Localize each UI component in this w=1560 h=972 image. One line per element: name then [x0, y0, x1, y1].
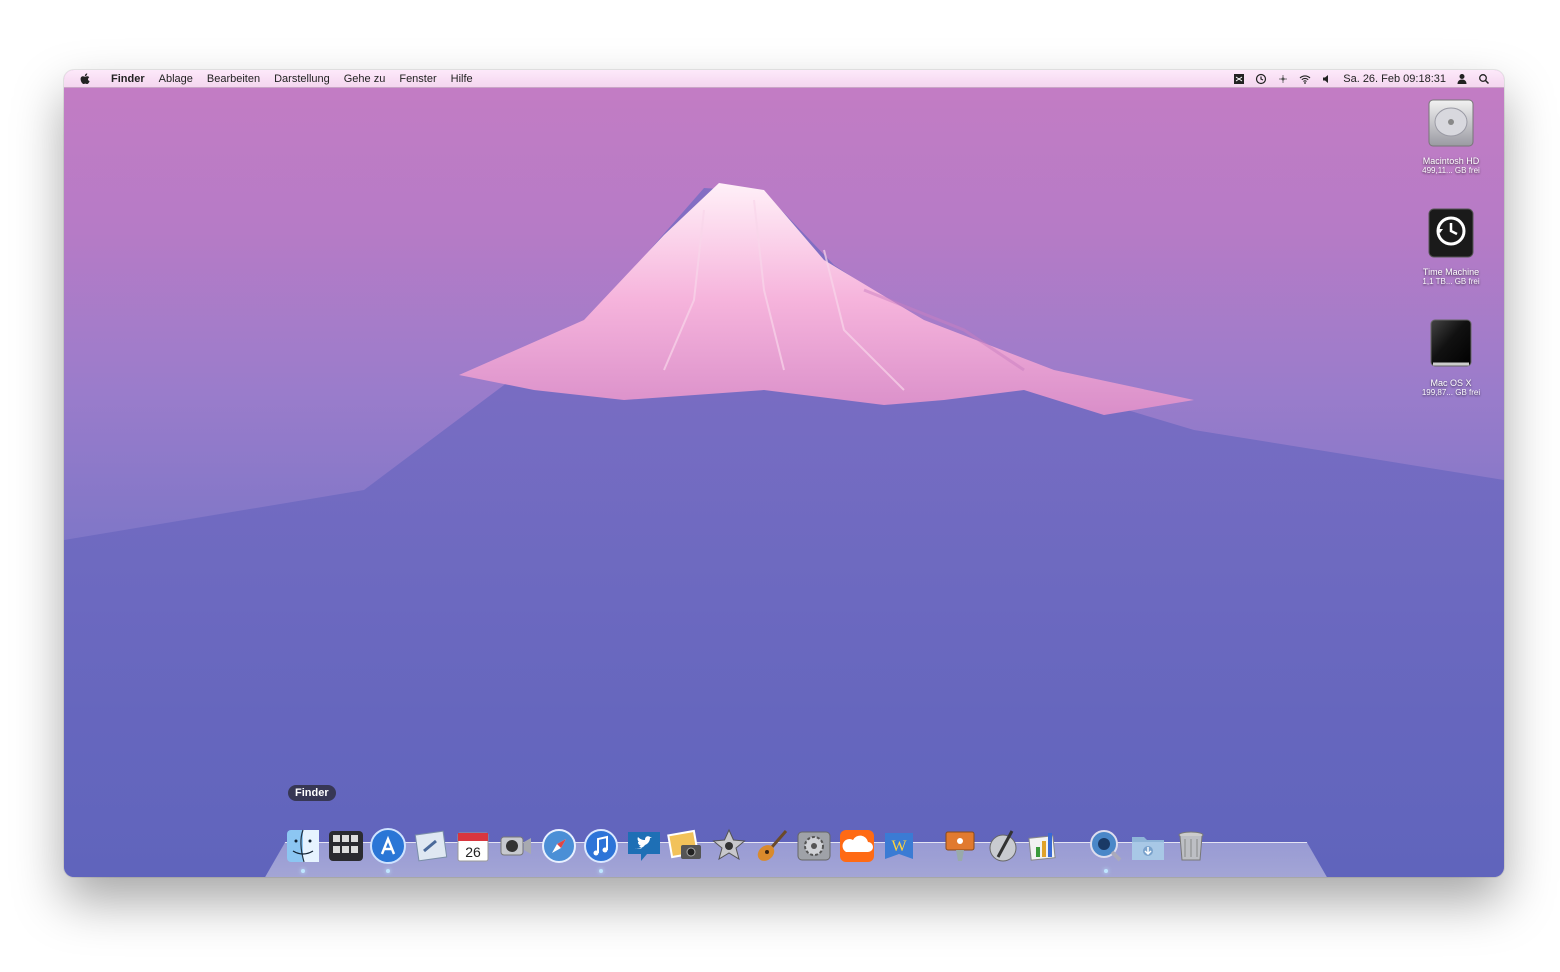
dock-facetime[interactable]: [497, 827, 535, 865]
svg-text:26: 26: [466, 844, 482, 860]
pages-pen-icon: [989, 830, 1016, 862]
dock-safari[interactable]: [540, 827, 578, 865]
dock-system-preferences[interactable]: [795, 827, 833, 865]
app-store-icon: [370, 828, 407, 864]
dock-keynote[interactable]: [941, 827, 979, 865]
volume-icon[interactable]: [1321, 73, 1333, 85]
soundcloud-icon: [839, 830, 874, 862]
dock-finder[interactable]: [284, 827, 322, 873]
menu-darstellung[interactable]: Darstellung: [267, 73, 337, 85]
time-machine-icon[interactable]: [1255, 73, 1267, 85]
desktop-icon-capacity: 1,1 TB... GB frei: [1422, 277, 1480, 286]
numbers-chart-icon: [1028, 833, 1056, 861]
wifi-icon[interactable]: [1299, 73, 1311, 85]
external-drive-icon: [1430, 319, 1472, 367]
finder-icon: [287, 829, 319, 863]
menubar-status-area: Sa. 26. Feb 09:18:31: [1233, 73, 1504, 85]
menu-bar: Finder Ablage Bearbeiten Darstellung Geh…: [64, 70, 1504, 88]
dropbox-icon[interactable]: [1233, 73, 1245, 85]
keynote-podium-icon: [945, 831, 975, 861]
desktop-icon-time-machine[interactable]: Time Machine 1,1 TB... GB frei: [1408, 205, 1494, 287]
dock-dashboard[interactable]: [327, 827, 365, 865]
twitter-bird-icon: [627, 832, 660, 861]
wallpaper-mount-fuji: [64, 183, 1504, 877]
facetime-icon: [500, 836, 531, 856]
dock-numbers[interactable]: [1026, 827, 1064, 865]
guitar-icon: [757, 830, 787, 861]
desktop-icon-capacity: 499,11... GB frei: [1422, 166, 1480, 175]
svg-text:W: W: [892, 838, 908, 855]
dock-imovie[interactable]: [710, 827, 748, 865]
desktop-icon-capacity: 199,87... GB frei: [1421, 388, 1481, 397]
dock-ical[interactable]: 26: [454, 827, 492, 865]
iphoto-icon: [667, 829, 702, 859]
quicktime-icon: [1089, 830, 1122, 862]
desktop-screen: Finder Ablage Bearbeiten Darstellung Geh…: [64, 70, 1504, 877]
dock: 26 W: [284, 815, 1214, 873]
menu-fenster[interactable]: Fenster: [392, 73, 443, 85]
dock-wunderlist[interactable]: W: [880, 827, 918, 865]
desktop-icon-label: Mac OS X: [1430, 378, 1472, 388]
hard-drive-icon: [1428, 99, 1474, 147]
menu-gehe-zu[interactable]: Gehe zu: [337, 73, 393, 85]
calendar-icon: 26: [457, 832, 489, 862]
desktop-icon-macintosh-hd[interactable]: Macintosh HD 499,11... GB frei: [1408, 94, 1494, 176]
bluetooth-icon[interactable]: [1277, 73, 1289, 85]
safari-compass-icon: [541, 829, 576, 863]
menu-bearbeiten[interactable]: Bearbeiten: [200, 73, 267, 85]
dock-quicktime[interactable]: [1087, 827, 1125, 873]
dock-trash[interactable]: [1172, 827, 1210, 865]
dashboard-icon: [328, 831, 363, 861]
dock-app-store[interactable]: [369, 827, 407, 873]
spotlight-search-icon[interactable]: [1478, 73, 1490, 85]
mail-icon: [414, 830, 448, 862]
dock-soundcloud[interactable]: [838, 827, 876, 865]
menu-app-finder[interactable]: Finder: [104, 73, 152, 85]
trash-icon: [1178, 831, 1204, 861]
dock-tooltip: Finder: [288, 785, 336, 801]
menu-hilfe[interactable]: Hilfe: [444, 73, 480, 85]
imovie-star-icon: [712, 828, 746, 861]
dock-garageband[interactable]: [753, 827, 791, 865]
time-machine-drive-icon: [1428, 208, 1474, 258]
dock-iphoto[interactable]: [667, 827, 705, 865]
desktop-icon-mac-os-x[interactable]: Mac OS X 199,87... GB frei: [1408, 316, 1494, 398]
wunderlist-icon: W: [885, 833, 914, 859]
downloads-folder-icon: [1132, 837, 1165, 860]
desktop-icon-label: Macintosh HD: [1422, 156, 1480, 166]
user-icon[interactable]: [1456, 73, 1468, 85]
dock-itunes[interactable]: [582, 827, 620, 873]
dock-downloads[interactable]: [1129, 827, 1167, 865]
menu-ablage[interactable]: Ablage: [152, 73, 200, 85]
dock-pages[interactable]: [984, 827, 1022, 865]
gear-icon: [797, 831, 831, 861]
menubar-clock[interactable]: Sa. 26. Feb 09:18:31: [1343, 73, 1446, 85]
desktop-icon-label: Time Machine: [1422, 267, 1480, 277]
apple-menu-icon[interactable]: [78, 72, 92, 86]
itunes-icon: [584, 829, 619, 863]
dock-mail[interactable]: [412, 827, 450, 865]
dock-twitter[interactable]: [625, 827, 663, 865]
